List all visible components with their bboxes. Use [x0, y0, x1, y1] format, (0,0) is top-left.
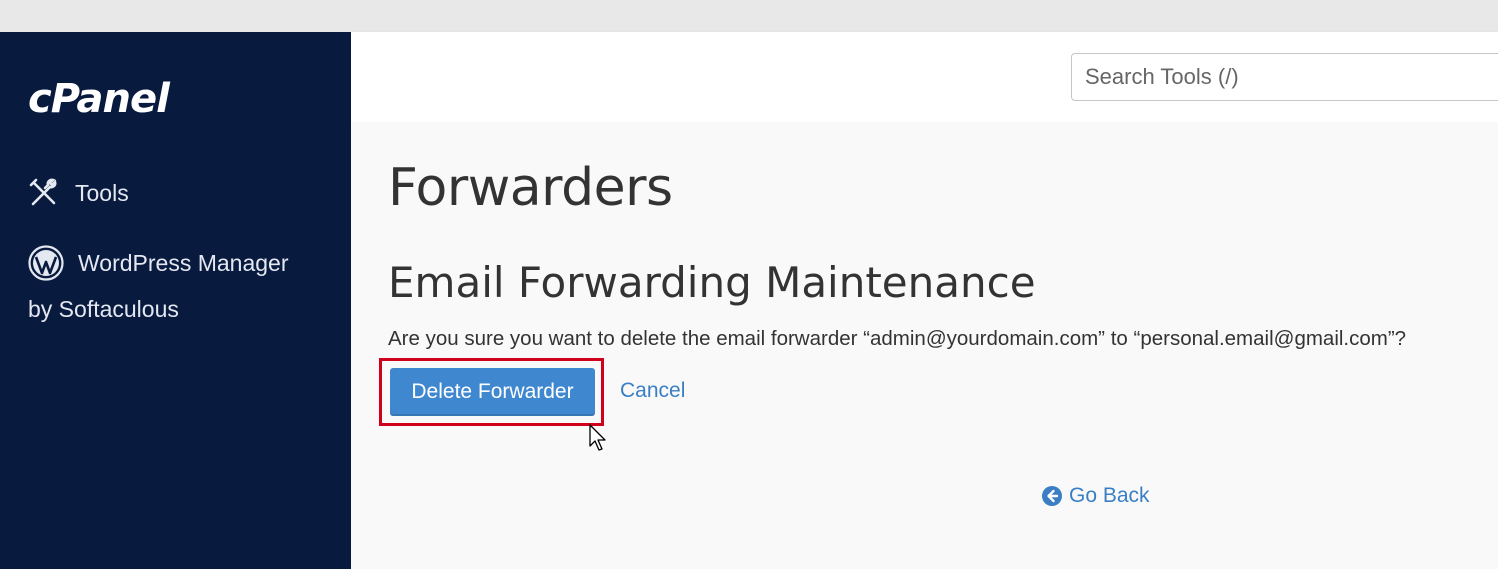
- sidebar-item-label: Tools: [75, 179, 129, 206]
- section-title: Email Forwarding Maintenance: [388, 258, 1036, 307]
- cpanel-logo[interactable]: cPanel: [28, 76, 170, 122]
- main-content: Forwarders Email Forwarding Maintenance …: [351, 122, 1498, 569]
- sidebar-item-label-line2[interactable]: by Softaculous: [28, 296, 179, 323]
- go-back-link[interactable]: Go Back: [1041, 484, 1150, 508]
- tools-icon: [29, 178, 57, 206]
- sidebar-item-tools[interactable]: Tools: [28, 175, 129, 211]
- sidebar-item-label: WordPress Manager: [78, 249, 289, 276]
- wordpress-icon: [28, 245, 64, 281]
- delete-forwarder-button[interactable]: Delete Forwarder: [390, 368, 595, 416]
- sidebar-item-wordpress-manager[interactable]: WordPress Manager: [28, 244, 289, 282]
- top-header: [351, 32, 1498, 122]
- go-back-label: Go Back: [1069, 484, 1150, 507]
- cancel-link[interactable]: Cancel: [620, 379, 685, 403]
- browser-top-strip: [0, 0, 1498, 32]
- mouse-cursor-icon: [589, 424, 606, 451]
- arrow-circle-left-icon: [1042, 486, 1062, 506]
- search-tools-input[interactable]: [1071, 53, 1498, 101]
- page-title: Forwarders: [388, 158, 673, 218]
- sidebar: cPanel Tools WordPress Manager by Softac…: [0, 32, 351, 569]
- confirmation-message: Are you sure you want to delete the emai…: [388, 327, 1407, 350]
